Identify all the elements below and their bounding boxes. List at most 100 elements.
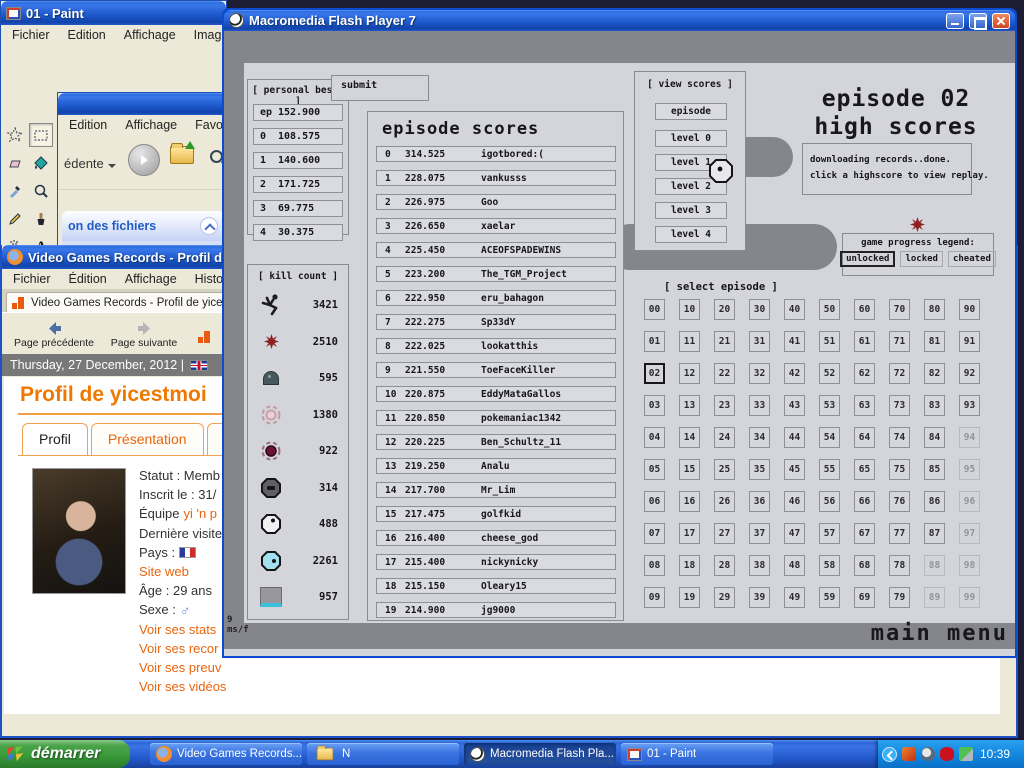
paint-menu-item[interactable]: Fichier (5, 26, 57, 44)
episode-cell[interactable]: 76 (889, 491, 910, 512)
episode-cell[interactable]: 86 (924, 491, 945, 512)
episode-cell[interactable]: 03 (644, 395, 665, 416)
episode-cell[interactable]: 34 (749, 427, 770, 448)
score-row[interactable]: 18215.150Oleary15 (376, 578, 616, 594)
profile-link[interactable]: Voir ses preuv (139, 660, 221, 675)
view-scores-button[interactable]: episode (655, 103, 727, 120)
episode-cell[interactable]: 38 (749, 555, 770, 576)
episode-cell[interactable]: 09 (644, 587, 665, 608)
episode-cell[interactable]: 46 (784, 491, 805, 512)
score-row[interactable]: 5223.200The_TGM_Project (376, 266, 616, 282)
paint-tool-eraser[interactable] (3, 151, 27, 175)
episode-cell[interactable]: 22 (714, 363, 735, 384)
episode-cell[interactable]: 02 (644, 363, 665, 384)
paint-tool-brush[interactable] (29, 207, 53, 231)
view-scores-button[interactable]: level 4 (655, 226, 727, 243)
episode-cell[interactable]: 24 (714, 427, 735, 448)
explorer-menu-item[interactable]: Edition (62, 116, 114, 134)
tray-collapse-icon[interactable] (882, 747, 897, 762)
episode-cell[interactable]: 00 (644, 299, 665, 320)
score-row[interactable]: 9221.550ToeFaceKiller (376, 362, 616, 378)
browser-menu-item[interactable]: Affichage (118, 270, 184, 288)
chevron-up-icon[interactable] (200, 217, 218, 235)
episode-cell[interactable]: 36 (749, 491, 770, 512)
forward-button[interactable]: Page suivante (104, 316, 184, 354)
episode-cell[interactable]: 56 (819, 491, 840, 512)
uk-flag-icon[interactable] (190, 360, 208, 371)
episode-cell[interactable]: 99 (959, 587, 980, 608)
score-row[interactable]: 13219.250Analu (376, 458, 616, 474)
episode-cell[interactable]: 06 (644, 491, 665, 512)
paint-tool-magnifier[interactable] (29, 179, 53, 203)
explorer-back-button[interactable]: édente (64, 156, 116, 171)
episode-cell[interactable]: 51 (819, 331, 840, 352)
ati-tray-icon[interactable] (940, 747, 954, 761)
episode-cell[interactable]: 52 (819, 363, 840, 384)
episode-cell[interactable]: 01 (644, 331, 665, 352)
episode-cell[interactable]: 35 (749, 459, 770, 480)
legend-unlocked[interactable]: unlocked (840, 251, 895, 267)
episode-cell[interactable]: 19 (679, 587, 700, 608)
episode-cell[interactable]: 58 (819, 555, 840, 576)
episode-cell[interactable]: 78 (889, 555, 910, 576)
episode-cell[interactable]: 11 (679, 331, 700, 352)
episode-cell[interactable]: 44 (784, 427, 805, 448)
taskbar-task[interactable]: Macromedia Flash Pla... (464, 743, 616, 765)
episode-cell[interactable]: 05 (644, 459, 665, 480)
episode-cell[interactable]: 83 (924, 395, 945, 416)
start-button[interactable]: démarrer (0, 740, 130, 768)
episode-cell[interactable]: 90 (959, 299, 980, 320)
episode-cell[interactable]: 68 (854, 555, 875, 576)
explorer-menu-item[interactable]: Affichage (118, 116, 184, 134)
episode-cell[interactable]: 77 (889, 523, 910, 544)
episode-cell[interactable]: 87 (924, 523, 945, 544)
episode-cell[interactable]: 88 (924, 555, 945, 576)
episode-cell[interactable]: 63 (854, 395, 875, 416)
episode-cell[interactable]: 39 (749, 587, 770, 608)
legend-cheated[interactable]: cheated (948, 251, 996, 267)
explorer-up-button[interactable] (170, 146, 194, 169)
score-row[interactable]: 14217.700Mr_Lim (376, 482, 616, 498)
score-row[interactable]: 0314.525igotbored:( (376, 146, 616, 162)
episode-cell[interactable]: 62 (854, 363, 875, 384)
episode-cell[interactable]: 08 (644, 555, 665, 576)
paint-tool-picker[interactable] (3, 179, 27, 203)
episode-cell[interactable]: 71 (889, 331, 910, 352)
episode-cell[interactable]: 65 (854, 459, 875, 480)
episode-cell[interactable]: 28 (714, 555, 735, 576)
score-row[interactable]: 2226.975Goo (376, 194, 616, 210)
taskbar-task[interactable]: N (307, 743, 459, 765)
score-row[interactable]: 15217.475golfkid (376, 506, 616, 522)
episode-cell[interactable]: 43 (784, 395, 805, 416)
episode-cell[interactable]: 16 (679, 491, 700, 512)
episode-cell[interactable]: 81 (924, 331, 945, 352)
taskbar-task[interactable]: Video Games Records... (150, 743, 302, 765)
episode-cell[interactable]: 20 (714, 299, 735, 320)
score-row[interactable]: 1228.075vankusss (376, 170, 616, 186)
flash-player-window[interactable]: Macromedia Flash Player 7 [ personal bes… (222, 8, 1017, 658)
submit-button[interactable]: submit (331, 75, 429, 101)
profile-link[interactable]: Voir ses vidéos (139, 679, 226, 694)
paint-titlebar[interactable]: 01 - Paint (1, 1, 226, 25)
episode-cell[interactable]: 25 (714, 459, 735, 480)
device-tray-icon[interactable] (959, 747, 973, 761)
episode-cell[interactable]: 75 (889, 459, 910, 480)
episode-cell[interactable]: 50 (819, 299, 840, 320)
episode-cell[interactable]: 07 (644, 523, 665, 544)
episode-cell[interactable]: 89 (924, 587, 945, 608)
episode-cell[interactable]: 32 (749, 363, 770, 384)
taskbar-task[interactable]: 01 - Paint (621, 743, 773, 765)
episode-cell[interactable]: 84 (924, 427, 945, 448)
episode-cell[interactable]: 60 (854, 299, 875, 320)
java-tray-icon[interactable] (902, 747, 916, 761)
episode-cell[interactable]: 69 (854, 587, 875, 608)
episode-cell[interactable]: 55 (819, 459, 840, 480)
episode-cell[interactable]: 91 (959, 331, 980, 352)
episode-cell[interactable]: 54 (819, 427, 840, 448)
episode-cell[interactable]: 93 (959, 395, 980, 416)
utility-tray-icon[interactable] (921, 747, 935, 761)
episode-cell[interactable]: 53 (819, 395, 840, 416)
episode-cell[interactable]: 57 (819, 523, 840, 544)
profile-link[interactable]: Voir ses recor (139, 641, 218, 656)
maximize-button[interactable] (969, 13, 987, 29)
